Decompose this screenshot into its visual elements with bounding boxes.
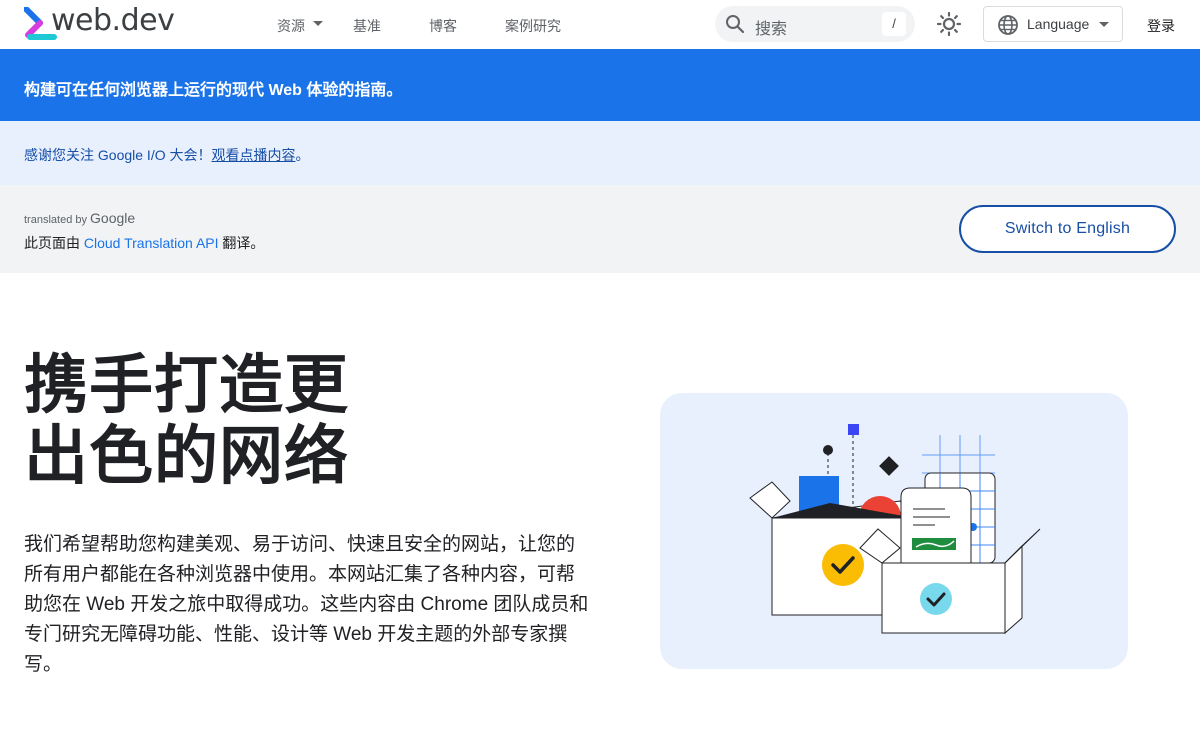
nav-item-blog[interactable]: 博客 xyxy=(429,16,457,36)
logo-text[interactable]: web.dev xyxy=(51,3,175,38)
sun-icon xyxy=(936,11,962,37)
announcement-message: 感谢您关注 Google I/O 大会！ xyxy=(24,147,212,163)
announcement-bar: 感谢您关注 Google I/O 大会！观看点播内容。 xyxy=(0,121,1200,185)
google-wordmark: Google xyxy=(90,210,136,226)
search-icon xyxy=(726,15,745,34)
search-placeholder: 搜索 xyxy=(755,21,788,38)
translated-by-label: translated by Google xyxy=(24,210,135,226)
boxes-illustration xyxy=(749,424,1041,635)
translation-line: 此页面由 Cloud Translation API 翻译。 xyxy=(24,233,264,253)
cloud-translation-api-link[interactable]: Cloud Translation API xyxy=(84,235,219,251)
globe-icon xyxy=(998,15,1018,35)
translation-suffix: 翻译。 xyxy=(222,235,265,251)
chevron-down-icon xyxy=(1099,22,1109,27)
hero-description: 我们希望帮助您构建美观、易于访问、快速且安全的网站，让您的所有用户都能在各种浏览… xyxy=(24,534,589,675)
announcement-suffix: 。 xyxy=(295,147,310,163)
theme-toggle-button[interactable] xyxy=(936,11,962,37)
nav-item-resources[interactable]: 资源 xyxy=(277,16,305,36)
nav-item-case-studies[interactable]: 案例研究 xyxy=(505,16,561,36)
translated-by-text: translated by xyxy=(24,214,87,226)
search-shortcut-key: / xyxy=(882,12,906,36)
translation-prefix: 此页面由 xyxy=(24,235,80,251)
hero-title-line-2: 出色的网络 xyxy=(24,420,349,492)
hero-title: 携手打造更 出色的网络 xyxy=(24,350,349,492)
watch-on-demand-link[interactable]: 观看点播内容 xyxy=(211,147,295,163)
sign-in-link[interactable]: 登录 xyxy=(1147,16,1175,36)
hero-title-line-1: 携手打造更 xyxy=(24,349,349,421)
tagline-text: 构建可在任何浏览器上运行的现代 Web 体验的指南。 xyxy=(24,82,403,99)
language-label: Language xyxy=(1027,16,1090,32)
announcement-text: 感谢您关注 Google I/O 大会！观看点播内容。 xyxy=(24,145,309,165)
tagline-banner: 构建可在任何浏览器上运行的现代 Web 体验的指南。 xyxy=(0,49,1200,121)
hero-illustration xyxy=(660,393,1128,669)
chevron-down-icon[interactable] xyxy=(313,21,323,26)
nav-item-benchmarks[interactable]: 基准 xyxy=(353,16,381,36)
switch-to-english-button[interactable]: Switch to English xyxy=(959,205,1176,253)
